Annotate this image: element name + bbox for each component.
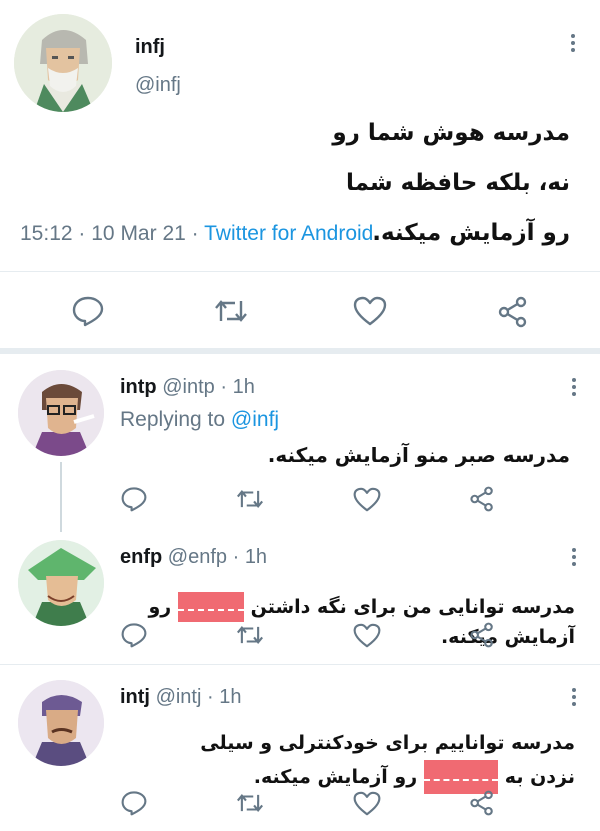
redacted-word: عصبیم — [177, 592, 245, 622]
like-icon[interactable] — [353, 791, 381, 816]
reply-text-end: رو آزمایش میکنه. — [253, 766, 418, 788]
replying-to-label: Replying to — [120, 408, 226, 431]
reply-icon[interactable] — [120, 790, 148, 816]
share-icon[interactable] — [468, 622, 496, 648]
more-options-icon[interactable] — [571, 378, 577, 396]
avatar-intj[interactable] — [18, 680, 104, 766]
reply-time: 1h — [219, 686, 242, 708]
retweet-icon[interactable] — [235, 790, 265, 816]
share-icon[interactable] — [468, 790, 496, 816]
reply-text: مدرسه تواناییم برای خودکنترلی و سیلی نزد… — [170, 726, 575, 794]
share-icon[interactable] — [468, 486, 496, 512]
reply-header-enfp: enfp @enfp · 1h — [120, 546, 267, 569]
more-options-icon[interactable] — [570, 34, 576, 52]
like-icon[interactable] — [353, 623, 381, 648]
enfp-avatar-illustration — [18, 540, 104, 626]
reply-icon[interactable] — [120, 486, 148, 512]
main-tweet-author-handle[interactable]: @infj — [135, 74, 181, 97]
reply-author-handle[interactable]: @intp — [162, 376, 215, 398]
avatar-infj[interactable] — [14, 14, 112, 112]
reply-time: 1h — [244, 546, 268, 568]
section-divider — [0, 348, 600, 354]
meta-separator: · — [78, 222, 86, 245]
tweet-source-link[interactable]: Twitter for Android — [204, 222, 373, 245]
reply-time: 1h — [232, 376, 255, 398]
replying-to: Replying to @infj — [120, 408, 279, 432]
intp-avatar-illustration — [18, 370, 104, 456]
avatar-enfp[interactable] — [18, 540, 104, 626]
infj-avatar-illustration — [14, 14, 112, 112]
like-icon[interactable] — [353, 296, 387, 326]
retweet-icon[interactable] — [235, 486, 265, 512]
divider — [0, 271, 600, 272]
reply-author-handle[interactable]: @enfp — [168, 546, 227, 568]
reply-text: مدرسه صبر منو آزمایش میکنه. — [267, 443, 570, 467]
divider — [0, 664, 600, 665]
reply-text: مدرسه توانایی من برای نگه داشتن عصبیم رو… — [120, 592, 575, 652]
reply-author-name[interactable]: intp — [120, 376, 157, 398]
main-tweet-meta: 15:12 · 10 Mar 21 · Twitter for Android — [20, 222, 373, 246]
meta-separator: · — [191, 222, 199, 245]
retweet-icon[interactable] — [213, 295, 249, 327]
main-tweet-date: 10 Mar 21 — [91, 222, 186, 245]
reply-author-name[interactable]: enfp — [120, 546, 162, 568]
reply-icon[interactable] — [120, 622, 148, 648]
meta-separator: · — [220, 376, 228, 398]
reply-author-handle[interactable]: @intj — [156, 686, 202, 708]
main-tweet-time: 15:12 — [20, 222, 73, 245]
retweet-icon[interactable] — [235, 622, 265, 648]
thread-line — [60, 462, 62, 532]
reply-header-intj: intj @intj · 1h — [120, 686, 241, 709]
share-icon[interactable] — [496, 296, 530, 328]
more-options-icon[interactable] — [571, 548, 577, 566]
intj-avatar-illustration — [18, 680, 104, 766]
like-icon[interactable] — [353, 487, 381, 512]
more-options-icon[interactable] — [571, 688, 577, 706]
main-tweet-author-name[interactable]: infj — [135, 36, 165, 59]
meta-separator: · — [232, 546, 240, 568]
reply-text-start: مدرسه توانایی من برای نگه داشتن — [250, 596, 575, 618]
reply-header-intp: intp @intp · 1h — [120, 376, 255, 399]
avatar-intp[interactable] — [18, 370, 104, 456]
meta-separator: · — [207, 686, 214, 708]
redacted-word: احمق‌ها — [423, 760, 499, 794]
reply-icon[interactable] — [71, 295, 105, 327]
replying-to-handle-link[interactable]: @infj — [231, 408, 279, 431]
reply-author-name[interactable]: intj — [120, 686, 150, 708]
